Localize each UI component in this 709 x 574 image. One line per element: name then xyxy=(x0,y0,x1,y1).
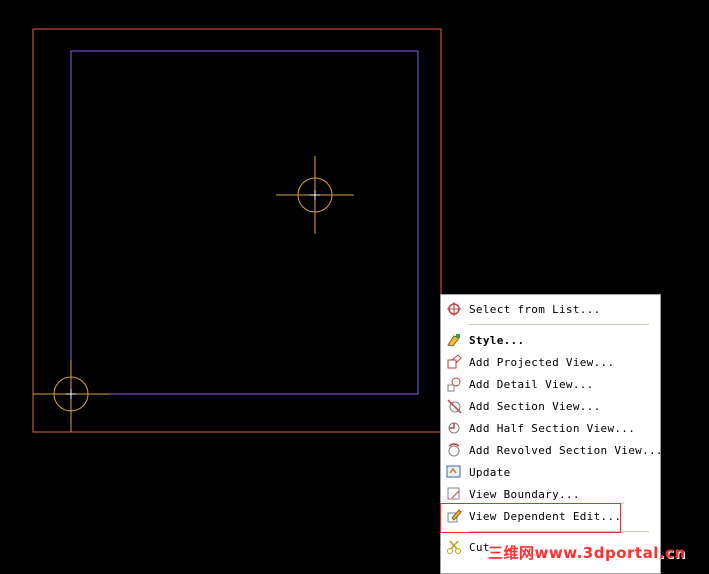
cut-icon xyxy=(446,539,462,555)
view-center-marker[interactable] xyxy=(276,156,354,234)
menu-item-add-half-section-view[interactable]: Add Half Section View... xyxy=(441,418,660,438)
half-section-view-icon xyxy=(446,420,462,436)
section-view-icon xyxy=(446,398,462,414)
view-boundary[interactable] xyxy=(70,50,419,395)
menu-item-add-revolved-section-view[interactable]: Add Revolved Section View... xyxy=(441,440,663,460)
watermark: 三维网www.3dportal.cn xyxy=(488,544,686,562)
projected-view-icon xyxy=(446,354,462,370)
drawing-sheet-border xyxy=(32,28,442,433)
menu-separator xyxy=(469,324,649,325)
view-boundary-icon xyxy=(446,486,462,502)
menu-item-view-boundary[interactable]: View Boundary... xyxy=(441,484,660,504)
style-icon xyxy=(446,332,462,348)
menu-item-add-section-view[interactable]: Add Section View... xyxy=(441,396,660,416)
menu-item-add-projected-view[interactable]: Add Projected View... xyxy=(441,352,660,372)
menu-item-style[interactable]: Style... xyxy=(441,330,660,350)
menu-item-update[interactable]: Update xyxy=(441,462,660,482)
menu-item-select-from-list[interactable]: Select from List... xyxy=(441,299,660,319)
detail-view-icon xyxy=(446,376,462,392)
menu-item-add-detail-view[interactable]: Add Detail View... xyxy=(441,374,660,394)
revolved-section-view-icon xyxy=(446,442,462,458)
select-from-list-icon xyxy=(446,301,462,317)
annotation-highlight-box xyxy=(440,503,621,533)
update-icon xyxy=(446,464,462,480)
origin-marker[interactable] xyxy=(33,360,110,432)
